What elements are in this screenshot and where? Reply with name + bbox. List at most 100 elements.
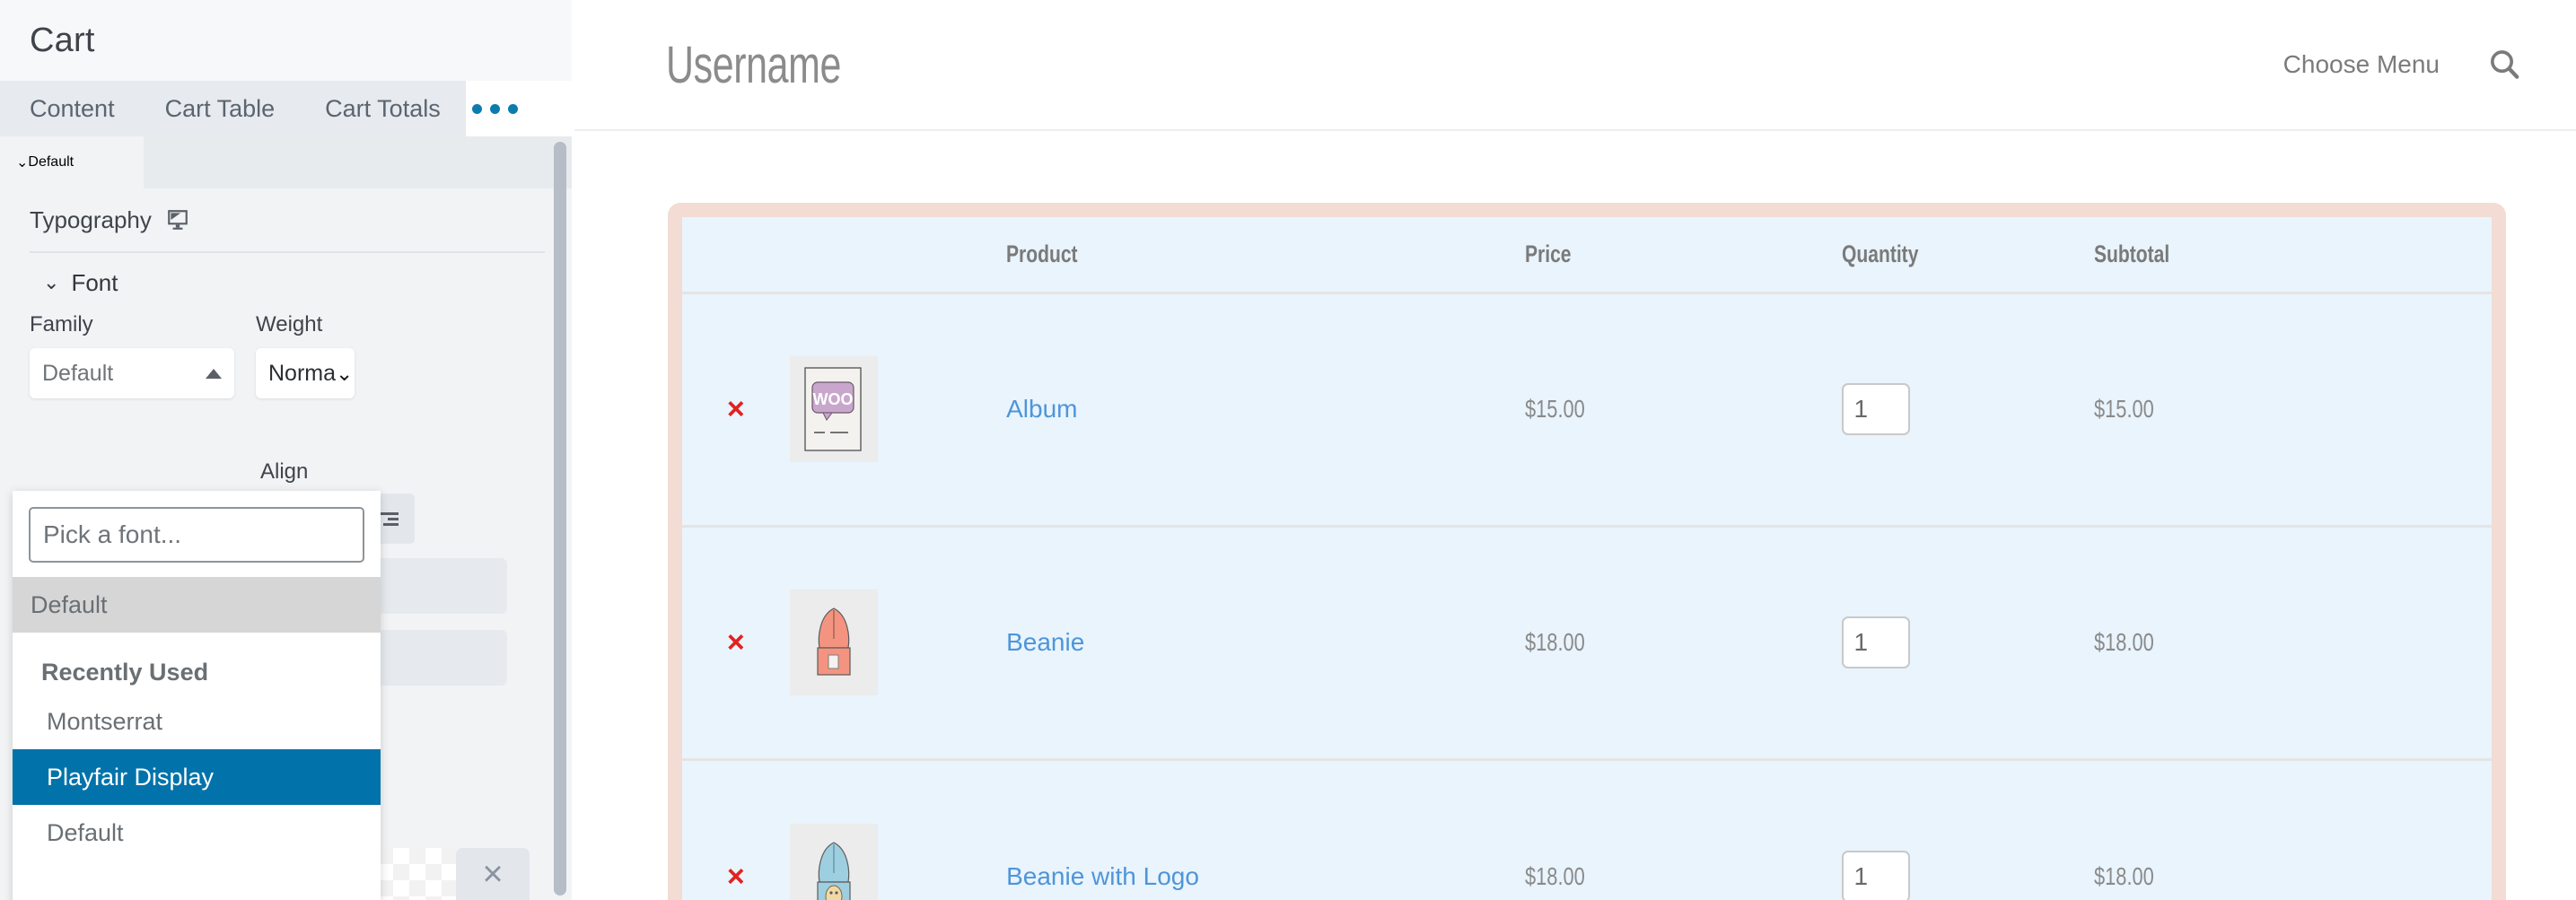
quantity-cell (1841, 293, 2094, 528)
beanie-thumbnail[interactable] (789, 590, 878, 695)
app-root: Cart Content Cart Table Cart Totals ⌄ De… (0, 0, 2576, 900)
family-label: Family (30, 312, 93, 336)
cart-table-container: Product Price Quantity Subtotal × WOO Al… (668, 203, 2506, 900)
font-group-recently-used: Recently Used (13, 633, 381, 694)
quantity-cell (1841, 759, 2094, 900)
font-family-select[interactable]: Default (30, 348, 234, 398)
table-row: × (682, 759, 2492, 900)
font-group-label: Recently Used (41, 659, 209, 686)
editor-panel: Cart Content Cart Table Cart Totals ⌄ De… (0, 0, 574, 900)
caret-up-icon (206, 368, 222, 379)
header-thumbnail (789, 217, 1007, 294)
header-remove (682, 217, 790, 294)
quantity-input[interactable] (1841, 383, 1910, 435)
font-weight-value: Norma (268, 360, 337, 386)
font-item-playfair-display-label: Playfair Display (47, 763, 215, 791)
font-item-montserrat[interactable]: Montserrat (13, 694, 381, 749)
cart-table: Product Price Quantity Subtotal × WOO Al… (682, 217, 2492, 900)
tab-content[interactable]: Content (0, 81, 140, 136)
align-label: Align (260, 459, 309, 484)
section-default-tab[interactable]: ⌄ Default (0, 136, 144, 188)
svg-text:WOO: WOO (812, 390, 853, 408)
cart-table-head: Product Price Quantity Subtotal (682, 217, 2492, 294)
section-default[interactable]: ⌄ Default (0, 136, 574, 188)
quantity-cell (1841, 526, 2094, 761)
font-item-playfair-display[interactable]: Playfair Display (13, 749, 381, 805)
weight-control: Weight Norma ⌄ (256, 312, 355, 398)
price-cell: $18.00 (1525, 526, 1842, 761)
tab-more-options[interactable] (465, 81, 524, 136)
remove-cell: × (682, 759, 790, 900)
panel-scrollbar[interactable] (554, 142, 566, 896)
choose-menu-link[interactable]: Choose Menu (2283, 50, 2440, 79)
quantity-input[interactable] (1841, 850, 1910, 900)
search-icon[interactable] (2486, 47, 2522, 83)
font-picker-popup: Pick a font... Default Recently Used Mon… (13, 491, 381, 900)
typography-row[interactable]: Typography (0, 188, 574, 251)
product-link[interactable]: Beanie (1006, 628, 1084, 656)
price-cell: $18.00 (1525, 759, 1842, 900)
font-search-input[interactable]: Pick a font... (29, 507, 364, 563)
thumbnail-cell: WOO (789, 293, 1007, 528)
font-item-default[interactable]: Default (13, 805, 381, 861)
family-weight-row: Family Default Weight Norma ⌄ (0, 312, 574, 398)
section-default-label: Default (28, 154, 74, 170)
header-quantity-label: Quantity (1841, 240, 1918, 267)
price-value: $18.00 (1525, 861, 1586, 890)
header-product: Product (1006, 217, 1526, 294)
panel-tab-bar: Content Cart Table Cart Totals (0, 81, 574, 136)
header-quantity: Quantity (1841, 217, 2094, 294)
table-row: × WOO Album $15.00 1 $15.00 (682, 293, 2492, 528)
close-icon[interactable]: × (456, 848, 530, 900)
font-popup-tail (13, 861, 381, 900)
subtotal-value: $18.00 (2093, 861, 2154, 890)
cart-header-row: Product Price Quantity Subtotal (682, 217, 2492, 294)
chevron-down-icon: ⌄ (336, 361, 354, 385)
header-product-label: Product (1006, 240, 1078, 267)
site-title: Username (666, 35, 842, 94)
tab-cart-table-label: Cart Table (164, 94, 276, 122)
subtotal-cell: $18.00 (2093, 759, 2492, 900)
thumbnail-cell (789, 526, 1007, 761)
site-header-right: Choose Menu (2283, 47, 2522, 83)
remove-cell: × (682, 526, 790, 761)
family-control: Family Default (30, 312, 234, 398)
cart-table-body: × WOO Album $15.00 1 $15.00 × Beanie $18… (682, 293, 2492, 900)
chevron-down-icon: ⌄ (43, 271, 60, 293)
thumbnail-cell (789, 759, 1007, 900)
tab-cart-totals[interactable]: Cart Totals (300, 81, 466, 136)
product-link[interactable]: Album (1006, 395, 1077, 423)
tab-bar-spacer (524, 81, 574, 136)
subtotal-value: $18.00 (2093, 628, 2154, 656)
site-header: Username Choose Menu (574, 0, 2576, 131)
header-price: Price (1525, 217, 1842, 294)
remove-item-button[interactable]: × (727, 627, 745, 658)
remove-item-button[interactable]: × (727, 394, 745, 424)
header-price-label: Price (1525, 240, 1572, 267)
tab-content-label: Content (30, 94, 115, 122)
price-cell: $15.00 (1525, 293, 1842, 528)
remove-item-button[interactable]: × (727, 861, 745, 892)
beanie-with-logo-thumbnail[interactable] (789, 823, 878, 900)
font-family-value: Default (42, 360, 114, 386)
monitor-icon[interactable] (166, 208, 189, 232)
quantity-input[interactable] (1841, 616, 1910, 668)
color-swatch-row: × (361, 848, 530, 900)
subtotal-cell: $15.00 (2093, 293, 2492, 528)
table-row: × (682, 526, 2492, 761)
price-value: $18.00 (1525, 628, 1586, 656)
remove-cell: × (682, 293, 790, 528)
subtotal-cell: $18.00 (2093, 526, 2492, 761)
font-option-default-top[interactable]: Default (13, 577, 381, 633)
header-subtotal-label: Subtotal (2093, 240, 2170, 267)
font-subsection-header[interactable]: ⌄ Font (0, 253, 574, 312)
album-thumbnail[interactable]: WOO (789, 356, 878, 462)
tab-cart-totals-label: Cart Totals (325, 94, 441, 122)
site-preview: Username Choose Menu Product Price Quant… (574, 0, 2576, 900)
font-item-montserrat-label: Montserrat (47, 707, 163, 735)
tab-cart-table[interactable]: Cart Table (140, 81, 301, 136)
product-link[interactable]: Beanie with Logo (1006, 862, 1199, 890)
font-item-default-label: Default (47, 818, 124, 846)
font-weight-select[interactable]: Norma ⌄ (256, 348, 355, 398)
product-name-cell: Beanie (1006, 526, 1526, 761)
